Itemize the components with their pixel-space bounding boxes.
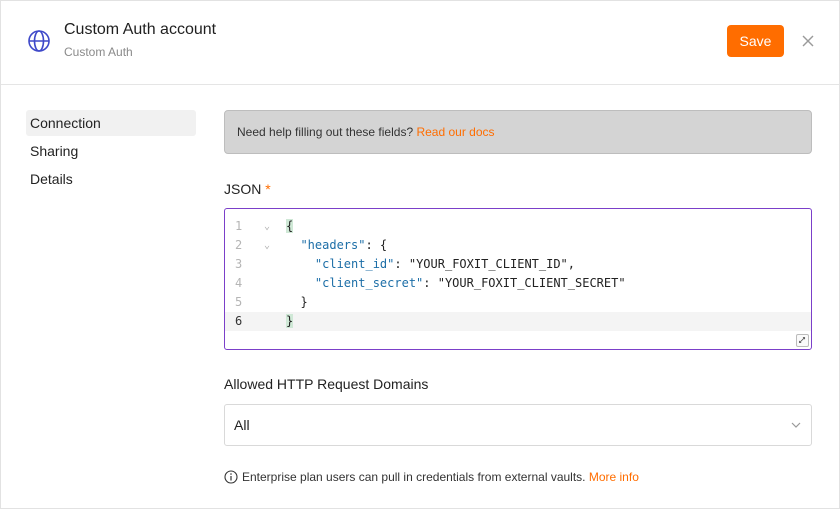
info-icon — [224, 470, 238, 484]
json-field-label: JSON * — [224, 181, 271, 197]
globe-icon — [28, 30, 50, 52]
code-line: 1 ⌄ { — [225, 217, 811, 236]
credential-modal: Custom Auth account Custom Auth Save Con… — [0, 0, 840, 509]
json-key: "headers" — [300, 238, 366, 252]
line-number: 6 — [235, 314, 243, 328]
line-number: 5 — [235, 295, 243, 309]
help-text: Need help filling out these fields? — [237, 125, 414, 139]
chevron-down-icon — [791, 422, 801, 428]
line-number: 4 — [235, 276, 243, 290]
json-key: "client_id" — [314, 257, 395, 271]
json-value: "YOUR_FOXIT_CLIENT_SECRET" — [437, 276, 626, 290]
page-title: Custom Auth account — [64, 21, 217, 38]
page-subtitle: Custom Auth — [64, 45, 133, 59]
required-marker: * — [265, 181, 271, 197]
fold-chevron-icon[interactable]: ⌄ — [264, 217, 270, 236]
domains-selected-value: All — [234, 417, 250, 433]
save-button[interactable]: Save — [727, 25, 784, 57]
vault-info-note: Enterprise plan users can pull in creden… — [224, 469, 639, 485]
json-key: "client_secret" — [314, 276, 424, 290]
sidebar-nav: Connection Sharing Details — [26, 110, 196, 194]
resize-handle-icon[interactable] — [796, 334, 809, 347]
code-line: 5 } — [225, 293, 811, 312]
code-line: 3 "client_id": "YOUR_FOXIT_CLIENT_ID", — [225, 255, 811, 274]
docs-link[interactable]: Read our docs — [416, 125, 494, 139]
code-line: 4 "client_secret": "YOUR_FOXIT_CLIENT_SE… — [225, 274, 811, 293]
close-icon[interactable] — [798, 31, 818, 51]
line-number: 3 — [235, 257, 243, 271]
code-line: 2 ⌄ "headers": { — [225, 236, 811, 255]
json-label-text: JSON — [224, 181, 262, 197]
vault-info-text: Enterprise plan users can pull in creden… — [242, 470, 586, 484]
domains-select[interactable]: All — [224, 404, 812, 446]
json-editor[interactable]: 1 ⌄ { 2 ⌄ "headers": { 3 "client_id": "Y… — [224, 208, 812, 350]
more-info-link[interactable]: More info — [589, 470, 639, 484]
line-number: 1 — [235, 219, 243, 233]
modal-header: Custom Auth account Custom Auth Save — [1, 1, 839, 85]
json-value: "YOUR_FOXIT_CLIENT_ID" — [408, 257, 568, 271]
help-banner: Need help filling out these fields? Read… — [224, 110, 812, 154]
fold-chevron-icon[interactable]: ⌄ — [264, 236, 270, 255]
json-brace: { — [286, 219, 294, 233]
domains-label: Allowed HTTP Request Domains — [224, 376, 429, 392]
line-number: 2 — [235, 238, 243, 252]
sidebar-item-connection[interactable]: Connection — [26, 110, 196, 136]
sidebar-item-details[interactable]: Details — [26, 166, 196, 192]
json-brace: } — [286, 314, 294, 328]
sidebar-item-sharing[interactable]: Sharing — [26, 138, 196, 164]
code-line: 6 } — [225, 312, 811, 331]
